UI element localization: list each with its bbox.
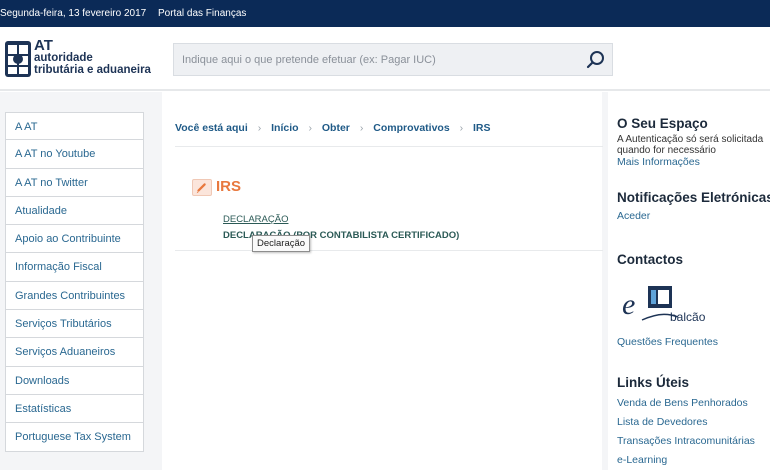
- search-box: [173, 43, 613, 76]
- espaco-text-1: A Autenticação só será solicitada: [617, 134, 764, 145]
- chevron-right-icon: ›: [359, 122, 364, 134]
- espaco-text-2: quando for necessário: [617, 145, 716, 156]
- site-header: AT autoridade tributária e aduaneira: [0, 27, 770, 91]
- breadcrumb-obter[interactable]: Obter: [322, 122, 350, 134]
- breadcrumb-irs[interactable]: IRS: [473, 122, 491, 134]
- current-date: Segunda-feira, 13 fevereiro 2017: [0, 8, 147, 19]
- search-input[interactable]: [182, 51, 572, 69]
- logo-text[interactable]: AT autoridade tributária e aduaneira: [34, 37, 151, 76]
- sidebar-item-atualidade[interactable]: Atualidade: [5, 196, 144, 226]
- link-e-learning[interactable]: e-Learning: [617, 454, 667, 466]
- tooltip: Declaração: [252, 235, 311, 252]
- declaracao-link[interactable]: DECLARAÇÃO: [223, 214, 288, 225]
- sidebar-item-a-at[interactable]: A AT: [5, 112, 144, 141]
- link-lista-devedores[interactable]: Lista de Devedores: [617, 416, 707, 428]
- questoes-frequentes-link[interactable]: Questões Frequentes: [617, 336, 718, 348]
- chevron-right-icon: ›: [459, 122, 464, 134]
- sidebar-item-servicos-aduaneiros[interactable]: Serviços Aduaneiros: [5, 338, 144, 367]
- divider: [175, 146, 603, 147]
- logo-line-2: autoridade: [34, 52, 93, 64]
- sidebar-item-informacao-fiscal[interactable]: Informação Fiscal: [5, 253, 144, 282]
- aceder-link[interactable]: Aceder: [617, 210, 650, 222]
- notificacoes-title: Notificações Eletrónicas: [617, 190, 770, 205]
- logo-line-1: AT: [34, 37, 53, 54]
- right-column: O Seu Espaço A Autenticação só será soli…: [608, 92, 770, 470]
- divider: [175, 250, 603, 251]
- espaco-title: O Seu Espaço: [617, 116, 708, 131]
- contactos-title: Contactos: [617, 252, 684, 267]
- top-bar: Segunda-feira, 13 fevereiro 2017 Portal …: [0, 0, 770, 27]
- sidebar-item-downloads[interactable]: Downloads: [5, 366, 144, 395]
- at-logo-icon[interactable]: [3, 39, 33, 79]
- main-content: Você está aqui › Início › Obter › Compro…: [162, 92, 603, 470]
- breadcrumb: Você está aqui › Início › Obter › Compro…: [175, 122, 491, 134]
- sidebar-item-grandes-contribuintes[interactable]: Grandes Contribuintes: [5, 281, 144, 311]
- page-body: A AT A AT no Youtube A AT no Twitter Atu…: [0, 92, 770, 470]
- logo-line-3: tributária e aduaneira: [34, 64, 151, 76]
- sidebar-item-youtube[interactable]: A AT no Youtube: [5, 140, 144, 169]
- sidebar-item-tax-system[interactable]: Portuguese Tax System: [5, 423, 144, 452]
- link-transacoes[interactable]: Transações Intracomunitárias: [617, 435, 755, 447]
- breadcrumb-inicio[interactable]: Início: [271, 122, 298, 134]
- sidebar-item-twitter[interactable]: A AT no Twitter: [5, 168, 144, 197]
- page-title: IRS: [216, 178, 242, 195]
- breadcrumb-comprovativos[interactable]: Comprovativos: [373, 122, 449, 134]
- portal-link[interactable]: Portal das Finanças: [158, 8, 246, 19]
- sidebar-item-estatisticas[interactable]: Estatísticas: [5, 394, 144, 424]
- svg-text:e: e: [622, 288, 635, 321]
- chevron-right-icon: ›: [308, 122, 312, 134]
- sidebar-item-apoio[interactable]: Apoio ao Contribuinte: [5, 225, 144, 254]
- chevron-right-icon: ›: [257, 122, 262, 134]
- mais-informacoes-link[interactable]: Mais Informações: [617, 156, 700, 168]
- e-balcao-label: balcão: [670, 310, 706, 324]
- links-uteis-title: Links Úteis: [617, 375, 690, 390]
- sidebar-item-servicos-tributarios[interactable]: Serviços Tributários: [5, 310, 144, 339]
- breadcrumb-here: Você está aqui: [175, 122, 248, 134]
- search-icon[interactable]: [586, 50, 606, 70]
- sidebar-menu: A AT A AT no Youtube A AT no Twitter Atu…: [5, 112, 144, 452]
- pencil-icon: [192, 179, 212, 196]
- link-venda-bens[interactable]: Venda de Bens Penhorados: [617, 397, 748, 409]
